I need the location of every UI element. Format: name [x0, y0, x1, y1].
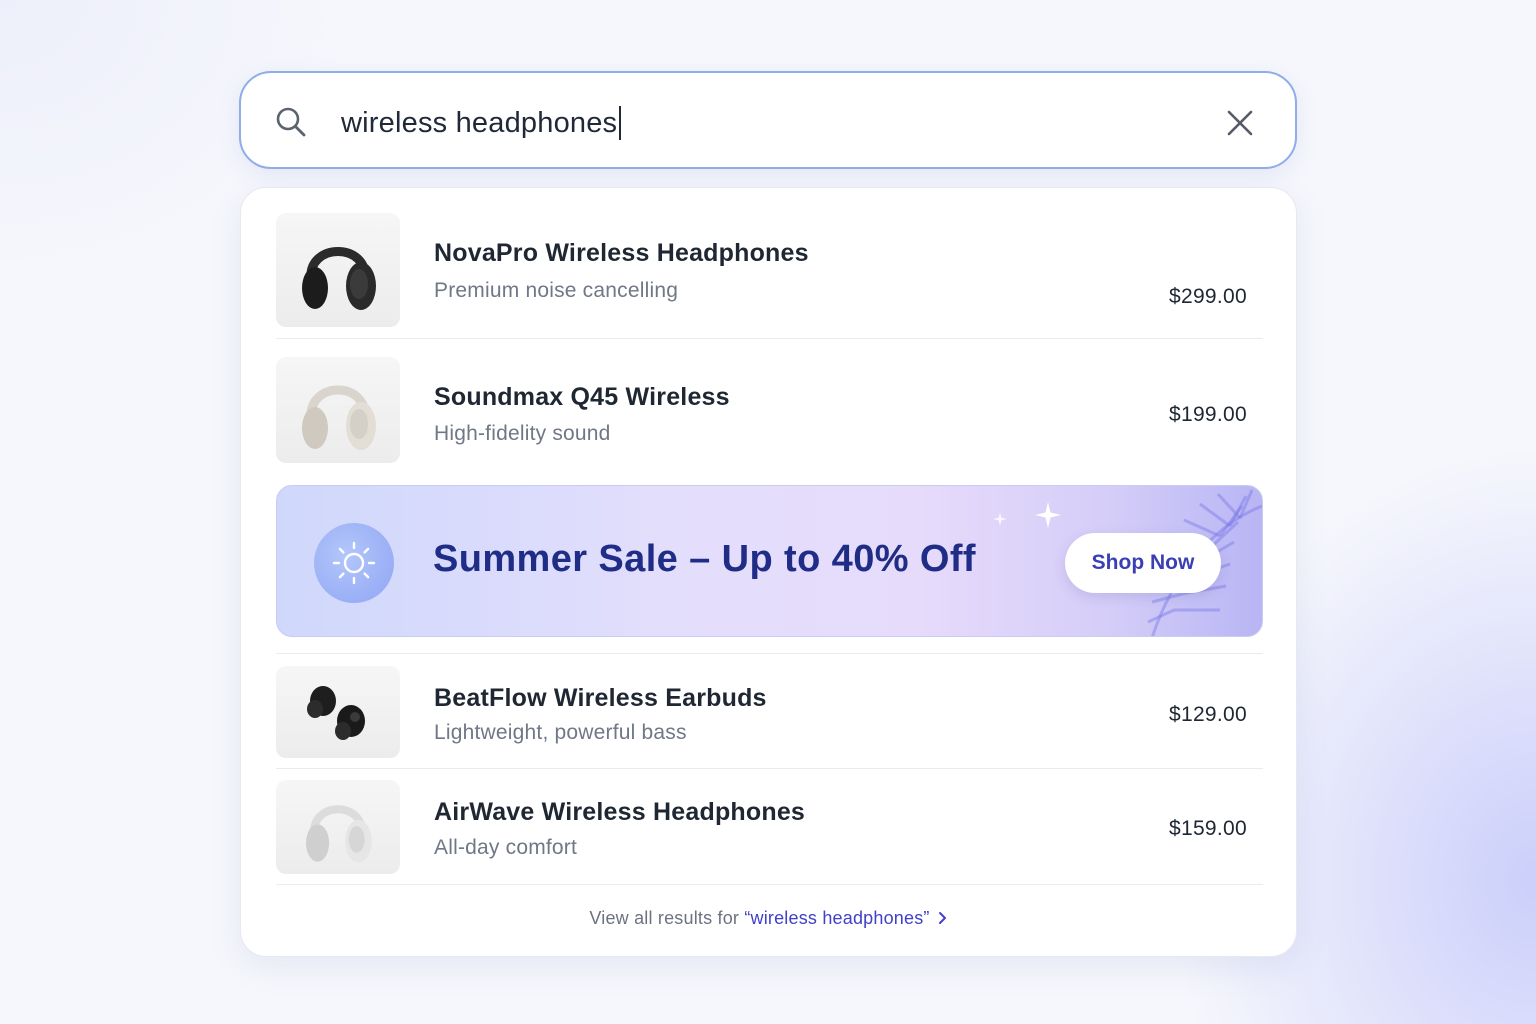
divider — [276, 768, 1263, 769]
product-name: Soundmax Q45 Wireless — [434, 383, 730, 411]
product-name: NovaPro Wireless Headphones — [434, 239, 809, 267]
sparkle-icon — [993, 512, 1007, 526]
promo-banner[interactable]: Summer Sale – Up to 40% Off Shop Now — [276, 485, 1263, 637]
product-thumbnail — [276, 357, 400, 463]
search-suggestions-dropdown: NovaPro Wireless Headphones Premium nois… — [240, 187, 1297, 957]
result-item[interactable]: Soundmax Q45 Wireless High-fidelity soun… — [276, 357, 1263, 465]
shop-now-button[interactable]: Shop Now — [1065, 533, 1221, 593]
product-price: $159.00 — [1168, 817, 1247, 840]
view-all-prefix: View all results for — [589, 908, 745, 928]
divider — [276, 653, 1263, 654]
sun-icon — [332, 541, 376, 585]
search-icon — [275, 106, 307, 138]
result-item[interactable]: AirWave Wireless Headphones All-day comf… — [276, 780, 1263, 885]
divider — [276, 884, 1263, 885]
product-thumbnail — [276, 780, 400, 874]
divider — [276, 338, 1263, 339]
product-thumbnail — [276, 666, 400, 758]
product-description: Lightweight, powerful bass — [434, 721, 687, 744]
sun-badge — [314, 523, 394, 603]
close-icon[interactable] — [1226, 109, 1254, 137]
promo-title: Summer Sale – Up to 40% Off — [433, 538, 976, 580]
text-cursor — [619, 106, 622, 140]
sparkle-icon — [1035, 502, 1061, 528]
product-price: $129.00 — [1168, 703, 1247, 726]
product-price: $299.00 — [1168, 285, 1247, 308]
search-input[interactable]: wireless headphones — [341, 104, 622, 142]
view-all-query[interactable]: “wireless headphones” — [744, 908, 929, 928]
product-description: Premium noise cancelling — [434, 279, 679, 302]
earbuds-image — [307, 686, 365, 740]
headphones-image — [306, 805, 372, 863]
product-description: High-fidelity sound — [434, 422, 611, 445]
search-query-text: wireless headphones — [341, 106, 618, 139]
chevron-right-icon — [938, 909, 948, 930]
result-item[interactable]: NovaPro Wireless Headphones Premium nois… — [276, 213, 1263, 339]
headphones-image — [302, 247, 376, 310]
product-price: $199.00 — [1168, 403, 1247, 426]
view-all-results-link[interactable]: View all results for “wireless headphone… — [241, 908, 1296, 930]
product-name: AirWave Wireless Headphones — [434, 798, 806, 826]
product-description: All-day comfort — [434, 836, 578, 859]
search-bar[interactable]: wireless headphones — [239, 71, 1297, 169]
product-thumbnail — [276, 213, 400, 327]
headphones-image — [302, 385, 376, 450]
product-name: BeatFlow Wireless Earbuds — [434, 684, 767, 712]
result-item[interactable]: BeatFlow Wireless Earbuds Lightweight, p… — [276, 666, 1263, 769]
